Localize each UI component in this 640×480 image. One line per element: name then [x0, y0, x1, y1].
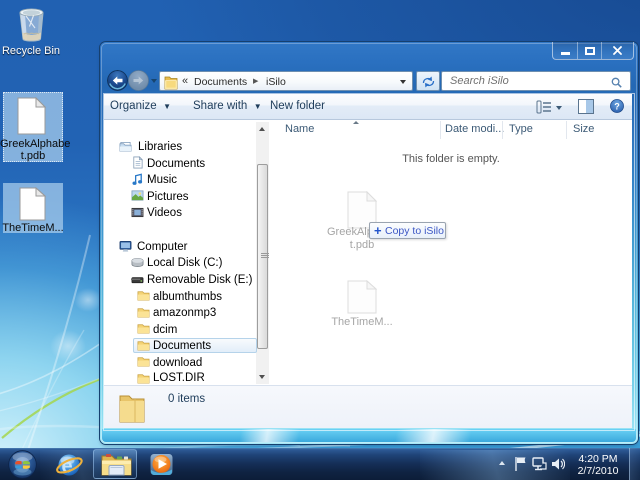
svg-text:?: ?	[614, 101, 620, 111]
